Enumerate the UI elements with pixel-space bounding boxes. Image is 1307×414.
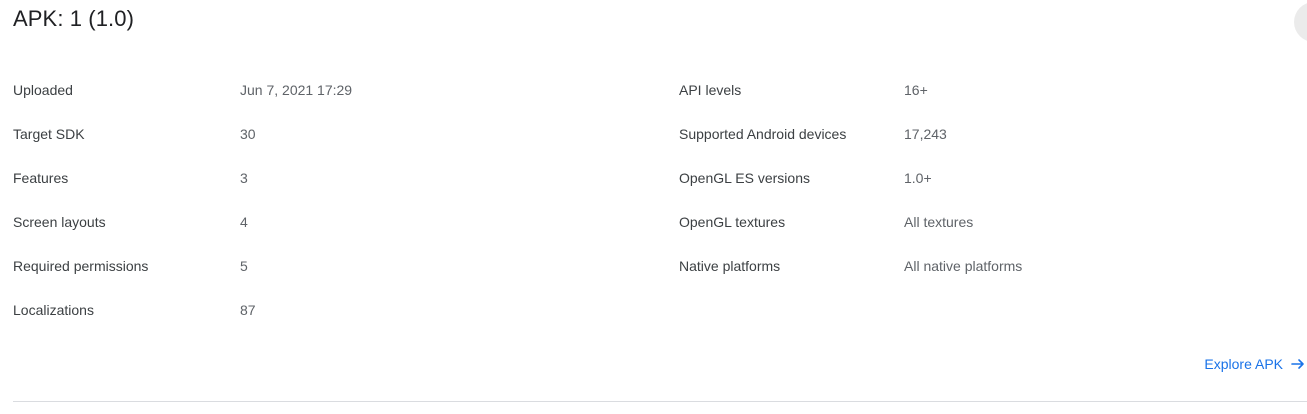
detail-label: Required permissions [13, 258, 149, 274]
detail-value: Jun 7, 2021 17:29 [240, 82, 353, 98]
menu-button[interactable] [1294, 2, 1307, 42]
detail-value: 1.0+ [904, 170, 932, 186]
page-title: APK: 1 (1.0) [13, 6, 135, 31]
detail-label: OpenGL textures [679, 214, 786, 230]
detail-value: 4 [240, 214, 248, 230]
section-divider [13, 401, 1307, 402]
detail-label: API levels [679, 82, 742, 98]
detail-label: OpenGL ES versions [679, 170, 810, 186]
detail-value: 5 [240, 258, 248, 274]
arrow-right-icon [1291, 357, 1305, 371]
apk-details-page: APK: 1 (1.0) Uploaded Jun 7, 2021 17:29 … [0, 0, 1307, 414]
detail-value: 3 [240, 170, 248, 186]
detail-value: All textures [904, 214, 974, 230]
detail-label: Target SDK [13, 126, 85, 142]
explore-apk-link[interactable]: Explore APK [1204, 356, 1305, 372]
detail-value: 16+ [904, 82, 928, 98]
detail-value: 30 [240, 126, 256, 142]
detail-label: Localizations [13, 302, 94, 318]
detail-value: 87 [240, 302, 256, 318]
detail-label: Native platforms [679, 258, 781, 274]
explore-apk-label: Explore APK [1204, 356, 1283, 372]
detail-value: 17,243 [904, 126, 947, 142]
detail-label: Screen layouts [13, 214, 106, 230]
detail-label: Supported Android devices [679, 126, 847, 142]
detail-label: Uploaded [13, 82, 73, 98]
detail-value: All native platforms [904, 258, 1023, 274]
detail-label: Features [13, 170, 69, 186]
